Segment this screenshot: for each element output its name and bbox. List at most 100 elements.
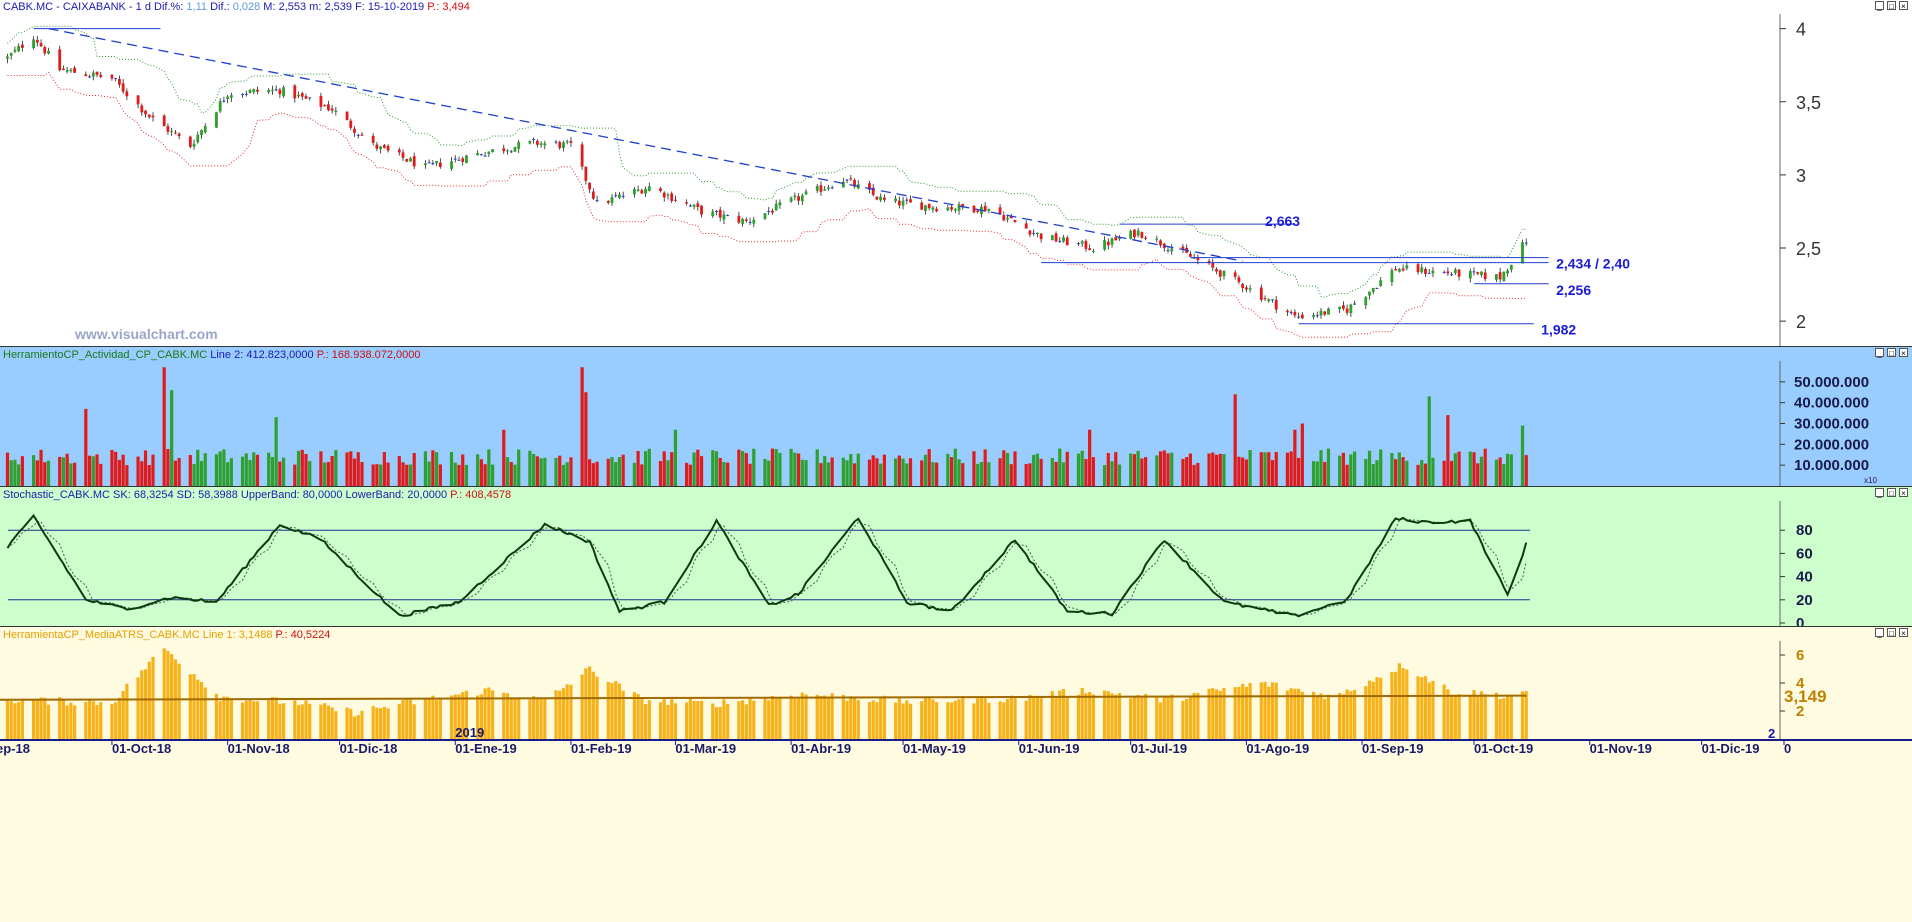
volume-bar [1084,459,1088,486]
volume-bar [248,460,252,486]
atr-bar [1349,691,1353,739]
candle-body [535,140,539,145]
candle-body [405,158,409,162]
volume-bar [897,455,901,486]
volume-bar [685,462,689,486]
candle-body [379,146,383,150]
volume-bar [830,457,834,486]
atr-bar [1192,692,1196,739]
candle-body [726,215,730,217]
volume-bar [1110,461,1114,486]
candle-body [110,74,114,79]
volume-bar [84,408,88,486]
atr-bar [1117,692,1122,739]
volume-bar [244,453,248,486]
atr-bar [1013,696,1017,739]
candle-body [819,185,823,192]
candle-body [528,140,532,144]
candle-body [170,130,174,132]
volume-bar [1390,453,1394,486]
candle-body [1267,299,1271,302]
atr-bar [87,700,92,739]
candle-body [453,158,457,160]
stoch-y-tick-label: 60 [1796,545,1813,562]
atr-chart[interactable]: 6423,14920192ep-1801-Oct-1801-Nov-1801-D… [0,627,1912,922]
candle-body [920,202,924,210]
atr-pane[interactable]: HerramientaCP_MediaATRS_CABK.MC Line 1: … [0,627,1912,922]
candle-body [241,94,244,96]
volume-bar [1196,462,1200,486]
volume-bar [1248,450,1252,486]
volume-bar [490,464,495,486]
atr-bar [151,656,155,739]
candle-body [618,194,621,198]
atr-bar [248,699,252,739]
atr-bar [226,696,230,739]
atr-bar [1524,691,1528,739]
atr-bar [20,698,24,739]
atr-bar [871,700,875,739]
volume-bar [1181,458,1185,486]
candle-body [543,143,547,146]
volume-bar [699,456,704,486]
atr-bar [1110,693,1114,739]
atr-bar [748,698,752,739]
atr-bar [1144,694,1148,739]
atr-bar [614,681,618,739]
stoch-y-tick-label: 20 [1796,592,1813,609]
level-label: 2,256 [1556,282,1591,298]
stochastic-pane[interactable]: Stochastic_CABK.MC SK: 68,3254 SD: 58,39… [0,487,1912,628]
volume-bar [1397,452,1401,486]
volume-bar [1375,460,1379,486]
candle-body [513,147,517,152]
atr-bar [46,704,51,739]
price-chart[interactable]: 4 3,5 3 2,5 2 2,663 2,434 / 2,40 2,256 1,982 www.… [0,0,1912,346]
atr-bar [509,697,513,739]
candle-body [69,69,73,72]
atr-corner-value: 2 [1768,726,1775,741]
atr-bar [699,700,704,739]
volume-bar [371,464,375,486]
atr-bar [617,683,622,739]
volume-bar [692,452,696,486]
atr-bar [1002,702,1006,739]
candle-body [1397,269,1401,272]
atr-bar [588,666,592,739]
volume-bar [95,454,99,486]
volume-bar [352,458,357,486]
atr-bar [1483,694,1487,739]
candle-body [815,186,819,191]
candle-body [1286,310,1289,313]
candle-body [800,195,804,202]
atr-bar [408,699,413,739]
atr-bar [1390,672,1394,739]
volume-chart[interactable]: 50.000.000 40.000.000 30.000.000 20.000.000… [0,347,1912,486]
volume-bar [282,457,286,486]
candle-body [229,95,233,98]
atr-bar [1270,682,1275,739]
atr-bar [882,695,887,739]
candle-body [431,162,435,164]
atr-bar [1237,686,1241,739]
volume-bar [87,455,92,486]
stochastic-chart[interactable]: 80 60 40 20 0 [0,487,1912,626]
volume-bar [1237,456,1241,486]
candle-body [1494,274,1498,280]
candle-body [282,87,286,97]
candle-body [99,74,103,77]
volume-bar [1076,453,1081,486]
atr-bar [718,706,722,739]
volume-bar [375,464,379,486]
volume-bar [1080,450,1084,486]
volume-pane[interactable]: HerramientoCP_Actividad_CP_CABK.MC Line … [0,347,1912,488]
candle-body [897,200,901,206]
candle-body [1263,298,1267,300]
atr-bar [800,692,804,739]
volume-bar [46,460,51,486]
atr-bar [774,696,778,739]
candle-body [125,91,129,97]
volume-bar [1524,455,1528,486]
price-pane[interactable]: CABK.MC - CAIXABANK - 1 d Dif.%: 1,11 Di… [0,0,1912,348]
candle-body [84,74,88,77]
volume-bar [905,463,909,486]
